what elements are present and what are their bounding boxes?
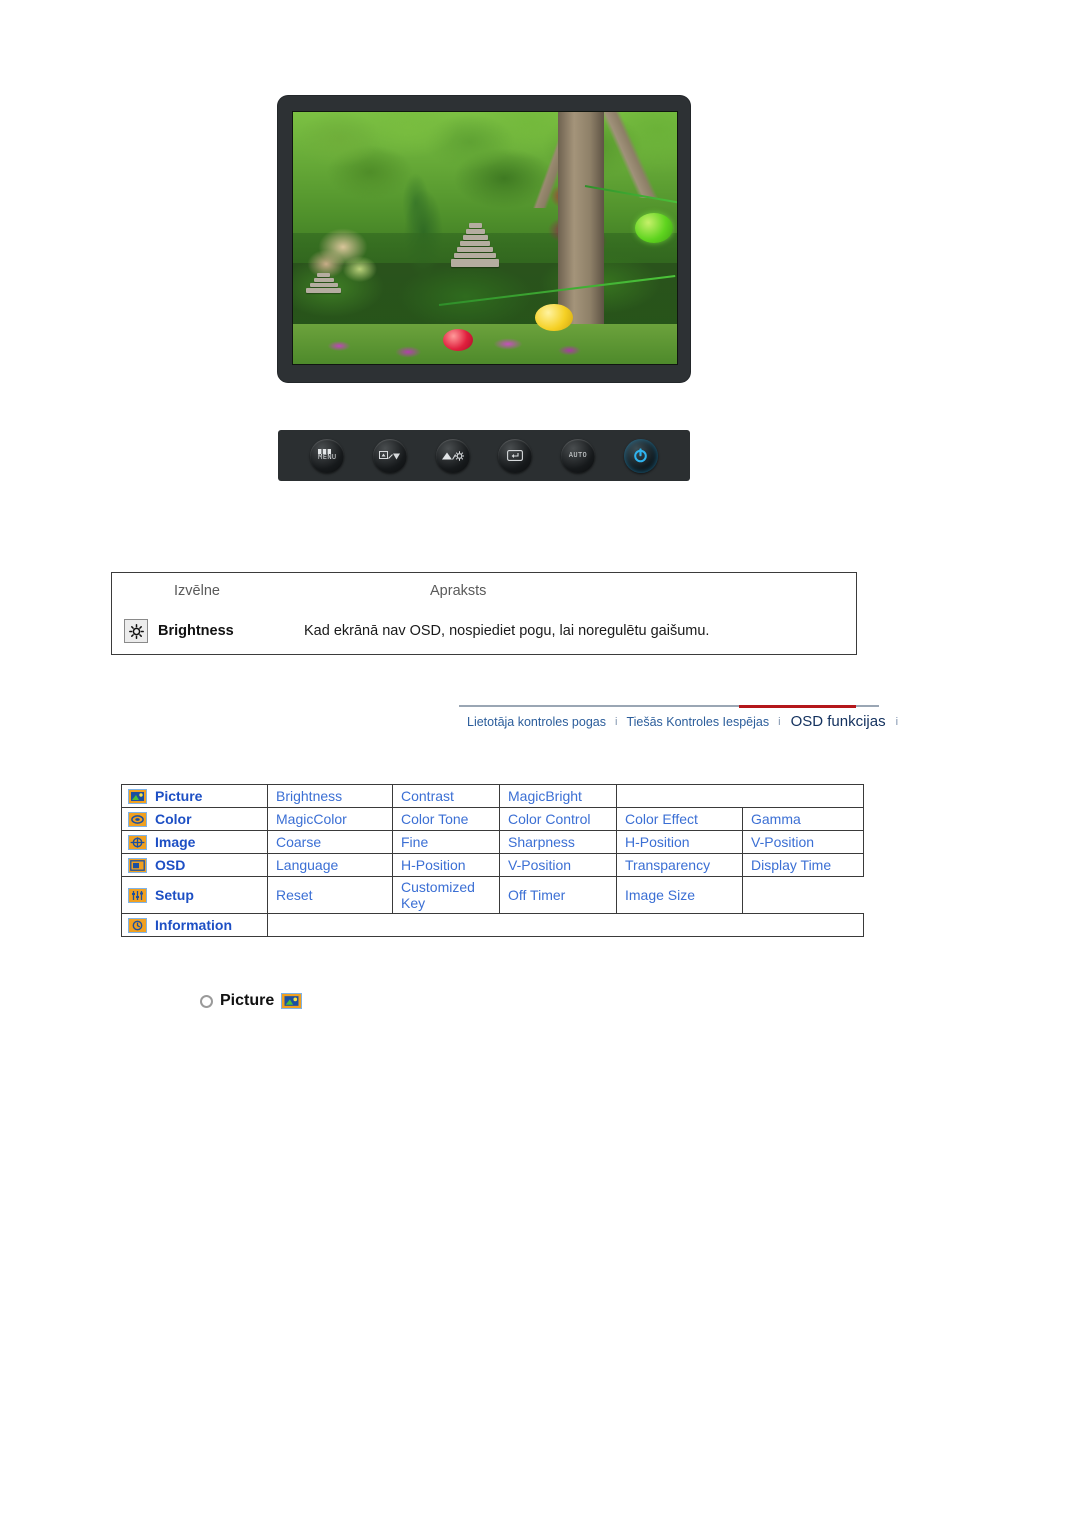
osd-item-color-tone[interactable]: Color Tone — [392, 807, 500, 831]
osd-item-language[interactable]: Language — [267, 853, 393, 877]
table-row: Color MagicColor Color Tone Color Contro… — [121, 807, 864, 831]
section-navbar: Lietotāja kontroles pogas i Tiešās Kontr… — [459, 705, 898, 737]
monitor-control-panel: MENU AUTO — [278, 430, 690, 481]
osd-item-magiccolor[interactable]: MagicColor — [267, 807, 393, 831]
osd-empty-cell — [616, 784, 864, 808]
circle-bullet-icon — [200, 994, 213, 1008]
nav-link-osd-functions[interactable]: OSD funkcijas — [782, 713, 895, 730]
brightness-description-table: Izvēlne Apraksts Brightness Kad ekrānā n… — [111, 572, 857, 655]
page-title: Picture — [220, 992, 275, 1009]
power-button[interactable] — [623, 438, 658, 473]
osd-empty-cell — [743, 877, 864, 914]
osd-category-label: Picture — [155, 788, 203, 804]
information-icon — [128, 917, 147, 933]
image-icon — [128, 834, 147, 850]
row-label: Brightness — [158, 623, 234, 639]
table-row: Setup Reset Customized Key Off Timer Ima… — [121, 876, 864, 914]
osd-category-label: Information — [155, 917, 232, 933]
color-icon — [128, 811, 147, 827]
table-row: OSD Language H-Position V-Position Trans… — [121, 853, 864, 877]
nav-link-user-controls[interactable]: Lietotāja kontroles pogas — [459, 715, 614, 729]
osd-item-fine[interactable]: Fine — [392, 830, 500, 854]
screen-photo — [293, 112, 677, 364]
osd-item-reset[interactable]: Reset — [267, 876, 393, 914]
auto-button[interactable]: AUTO — [560, 438, 595, 473]
osd-category-label: Color — [155, 811, 192, 827]
row-menu-cell: Brightness — [112, 619, 304, 643]
osd-item-image-size[interactable]: Image Size — [616, 876, 743, 914]
osd-category-setup[interactable]: Setup — [121, 876, 268, 914]
osd-item-contrast[interactable]: Contrast — [392, 784, 500, 808]
osd-item-color-control[interactable]: Color Control — [499, 807, 617, 831]
power-icon — [634, 448, 647, 463]
up-brightness-button[interactable] — [435, 438, 470, 473]
enter-icon — [507, 450, 524, 461]
table-row: Information — [121, 913, 864, 937]
osd-item-off-timer[interactable]: Off Timer — [499, 876, 617, 914]
osd-item-magicbright[interactable]: MagicBright — [499, 784, 617, 808]
row-description: Kad ekrānā nav OSD, nospiediet pogu, lai… — [304, 623, 710, 639]
osd-category-color[interactable]: Color — [121, 807, 268, 831]
table-row: Image Coarse Fine Sharpness H-Position V… — [121, 830, 864, 854]
osd-item-sharpness[interactable]: Sharpness — [499, 830, 617, 854]
nav-separator: i — [895, 715, 899, 728]
nav-link-direct-controls[interactable]: Tiešās Kontroles Iespējas — [618, 715, 777, 729]
osd-category-osd[interactable]: OSD — [121, 853, 268, 877]
osd-item-customized-key[interactable]: Customized Key — [392, 876, 500, 914]
osd-category-label: OSD — [155, 857, 186, 873]
osd-item-color-effect[interactable]: Color Effect — [616, 807, 743, 831]
stone-pagoda-small — [305, 273, 343, 323]
osd-item-display-time[interactable]: Display Time — [742, 853, 864, 877]
table-row: Picture Brightness Contrast MagicBright — [121, 784, 864, 808]
description-table-header: Izvēlne Apraksts — [112, 573, 856, 609]
stone-pagoda-large — [450, 222, 500, 319]
up-brightness-icon — [441, 450, 464, 461]
osd-category-label: Setup — [155, 887, 194, 903]
green-lantern-icon — [634, 212, 674, 244]
picture-icon — [128, 788, 147, 804]
monitor-illustration — [278, 96, 690, 382]
osd-item-transparency[interactable]: Transparency — [616, 853, 743, 877]
page-root: MENU AUTO Izvēlne Apraksts Brightness Ka… — [0, 0, 1080, 1528]
osd-item-gamma[interactable]: Gamma — [742, 807, 864, 831]
source-down-arrow-icon — [378, 451, 400, 460]
osd-item-v-position[interactable]: V-Position — [499, 853, 617, 877]
header-description: Apraksts — [430, 583, 487, 599]
osd-category-image[interactable]: Image — [121, 830, 268, 854]
osd-icon — [128, 857, 147, 873]
header-menu: Izvēlne — [174, 583, 220, 599]
osd-item-v-position[interactable]: V-Position — [742, 830, 864, 854]
osd-menu-table: Picture Brightness Contrast MagicBright … — [121, 784, 864, 937]
table-row: Brightness Kad ekrānā nav OSD, nospiedie… — [112, 609, 856, 653]
auto-button-label: AUTO — [568, 451, 588, 459]
osd-item-coarse[interactable]: Coarse — [267, 830, 393, 854]
enter-button[interactable] — [498, 438, 533, 473]
osd-category-label: Image — [155, 834, 196, 850]
brightness-sun-icon — [124, 619, 148, 643]
picture-icon — [281, 993, 303, 1009]
osd-category-picture[interactable]: Picture — [121, 784, 268, 808]
osd-item-h-position[interactable]: H-Position — [616, 830, 743, 854]
osd-item-brightness[interactable]: Brightness — [267, 784, 393, 808]
navbar-active-underline — [739, 705, 856, 708]
osd-item-h-position[interactable]: H-Position — [392, 853, 500, 877]
monitor-screen — [292, 111, 678, 365]
osd-empty-cell — [267, 913, 864, 937]
setup-icon — [128, 887, 147, 903]
osd-category-information[interactable]: Information — [121, 913, 268, 937]
flower-bed — [293, 323, 677, 364]
menu-button[interactable]: MENU — [310, 438, 345, 473]
navbar-items: Lietotāja kontroles pogas i Tiešās Kontr… — [459, 713, 899, 730]
down-button[interactable] — [372, 438, 407, 473]
section-heading: Picture — [200, 992, 303, 1010]
menu-button-label: MENU — [318, 453, 337, 462]
